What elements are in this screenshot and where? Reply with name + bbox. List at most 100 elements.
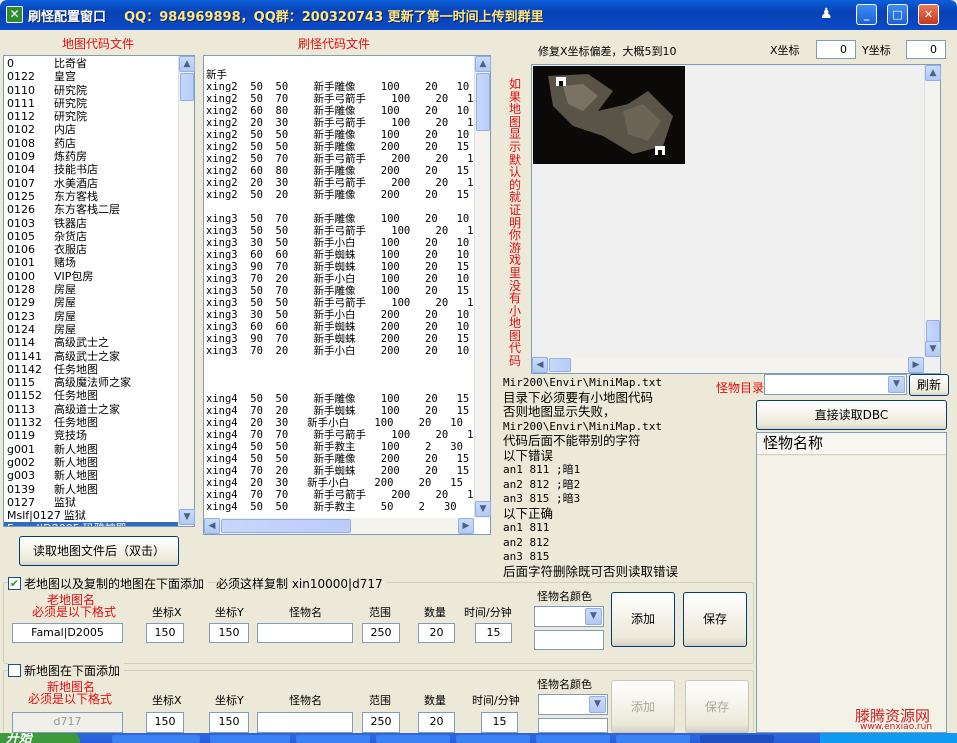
new-time-field[interactable]: 15 bbox=[481, 712, 518, 733]
map-list-item[interactable]: 0106 衣服店 bbox=[4, 243, 178, 256]
new-add-button[interactable]: 添加 bbox=[611, 680, 675, 733]
map-list-item[interactable]: 0108 药店 bbox=[4, 137, 178, 150]
map-list-item[interactable]: 0100 VIP包房 bbox=[4, 270, 178, 283]
old-map-name-field[interactable]: Famal|D2005 bbox=[12, 623, 123, 643]
map-list-item[interactable]: 0125 东方客栈 bbox=[4, 190, 178, 203]
map-list-item[interactable]: Mslf|0127 监狱 bbox=[4, 509, 178, 522]
old-save-button[interactable]: 保存 bbox=[683, 592, 747, 647]
scroll-right-icon[interactable]: ▶ bbox=[908, 357, 924, 373]
old-color-field[interactable] bbox=[534, 630, 604, 650]
x-coord-field[interactable]: 0 bbox=[816, 40, 856, 59]
y-coord-field[interactable]: 0 bbox=[906, 40, 946, 59]
taskbar-item[interactable] bbox=[700, 735, 774, 743]
chevron-down-icon[interactable]: ▼ bbox=[888, 376, 905, 393]
hscroll-thumb[interactable] bbox=[221, 519, 351, 533]
map-list-item[interactable]: 0126 东方客栈二层 bbox=[4, 203, 178, 216]
scroll-thumb[interactable] bbox=[476, 73, 490, 131]
map-list-item[interactable]: 0111 研究院 bbox=[4, 97, 178, 110]
new-color-field[interactable] bbox=[538, 718, 608, 733]
scroll-up-icon[interactable]: ▲ bbox=[475, 56, 491, 72]
title-bar[interactable]: ✕ 刷怪配置窗口 QQ：984969898，QQ群：200320743 更新了第… bbox=[0, 0, 957, 30]
old-x-field[interactable]: 150 bbox=[146, 623, 184, 643]
map-list-item[interactable]: 0114 高级武士之 bbox=[4, 336, 178, 349]
new-map-name-field[interactable]: d717 bbox=[12, 712, 123, 733]
hscroll-thumb[interactable] bbox=[549, 358, 571, 372]
map-list-scrollbar[interactable]: ▲ ▼ bbox=[178, 56, 195, 526]
old-y-field[interactable]: 150 bbox=[209, 623, 249, 643]
map-list-item[interactable]: Famal|D2005玛雅神殿一 bbox=[4, 522, 178, 526]
map-list-item[interactable]: 0107 水美酒店 bbox=[4, 177, 178, 190]
minimap-vscrollbar[interactable]: ▲ ▼ bbox=[924, 65, 941, 357]
map-list-item[interactable]: 01141 高级武士之家 bbox=[4, 350, 178, 363]
new-map-checkbox[interactable] bbox=[8, 664, 21, 677]
new-map-checkbox-area[interactable]: 新地图在下面添加 bbox=[8, 662, 125, 679]
chevron-down-icon[interactable]: ▼ bbox=[585, 608, 602, 625]
taskbar-item[interactable] bbox=[616, 735, 690, 743]
map-list-item[interactable]: 0 比奇省 bbox=[4, 57, 178, 70]
minimap-viewer[interactable]: ▲ ▼ ◀ ▶ bbox=[531, 64, 941, 374]
taskbar-item[interactable] bbox=[210, 735, 290, 743]
new-save-button[interactable]: 保存 bbox=[685, 680, 749, 733]
map-list-item[interactable]: 0139 新人地图 bbox=[4, 483, 178, 496]
old-add-button[interactable]: 添加 bbox=[611, 592, 675, 647]
map-list-item[interactable]: 0105 杂货店 bbox=[4, 230, 178, 243]
scroll-up-icon[interactable]: ▲ bbox=[179, 56, 195, 72]
new-y-field[interactable]: 150 bbox=[209, 712, 249, 733]
old-map-checkbox[interactable]: ✔ bbox=[8, 577, 21, 590]
map-list-item[interactable]: 0128 房屋 bbox=[4, 283, 178, 296]
pin-icon[interactable]: ♟ bbox=[820, 6, 836, 24]
old-color-select[interactable]: ▼ bbox=[534, 606, 604, 627]
taskbar-item[interactable] bbox=[296, 735, 370, 743]
refresh-button[interactable]: 刷新 bbox=[909, 374, 949, 396]
new-range-field[interactable]: 250 bbox=[362, 712, 400, 733]
minimize-button[interactable]: _ bbox=[856, 4, 877, 25]
map-list-item[interactable]: 0129 房屋 bbox=[4, 296, 178, 309]
map-list-item[interactable]: 0112 研究院 bbox=[4, 110, 178, 123]
old-map-checkbox-area[interactable]: ✔ 老地图以及复制的地图在下面添加 bbox=[8, 575, 209, 592]
start-button[interactable]: 开始 bbox=[0, 733, 80, 743]
taskbar-item[interactable] bbox=[112, 735, 200, 743]
map-list-item[interactable]: 0103 铁器店 bbox=[4, 217, 178, 230]
scroll-left-icon[interactable]: ◀ bbox=[532, 357, 548, 373]
monster-dir-select[interactable]: ▼ bbox=[764, 374, 907, 395]
map-list[interactable]: 0 比奇省 0122 皇宫 0110 研究院 0111 研究院 0112 研究院 0102 内店 010… bbox=[3, 55, 195, 527]
spawn-code-text[interactable]: 新手 xing2 50 50 新手雕像 100 20 10 xing2 50 70 … bbox=[204, 66, 474, 518]
old-count-field[interactable]: 20 bbox=[418, 623, 455, 643]
new-color-select[interactable]: ▼ bbox=[538, 694, 608, 715]
maximize-button[interactable]: □ bbox=[887, 4, 908, 25]
scroll-thumb[interactable] bbox=[926, 320, 940, 342]
map-list-item[interactable]: 0122 皇宫 bbox=[4, 70, 178, 83]
map-list-item[interactable]: 0115 高级魔法师之家 bbox=[4, 376, 178, 389]
map-list-item[interactable]: 01142 任务地图 bbox=[4, 363, 178, 376]
map-list-item[interactable]: 0102 内店 bbox=[4, 123, 178, 136]
code-hscrollbar[interactable]: ◀ ▶ bbox=[204, 518, 474, 534]
scroll-down-icon[interactable]: ▼ bbox=[179, 509, 195, 525]
map-list-item[interactable]: 0127 监狱 bbox=[4, 496, 178, 509]
old-range-field[interactable]: 250 bbox=[362, 623, 400, 643]
map-list-item[interactable]: 01132 任务地图 bbox=[4, 416, 178, 429]
map-list-item[interactable]: 0113 高级道士之家 bbox=[4, 403, 178, 416]
taskbar-item[interactable] bbox=[536, 735, 610, 743]
map-list-item[interactable]: 0119 竞技场 bbox=[4, 429, 178, 442]
read-dbc-button[interactable]: 直接读取DBC bbox=[756, 400, 947, 430]
old-monster-field[interactable] bbox=[257, 623, 353, 643]
minimap-hscrollbar[interactable]: ◀ ▶ bbox=[532, 357, 924, 373]
scroll-thumb[interactable] bbox=[180, 73, 194, 101]
map-list-item[interactable]: 01152 任务地图 bbox=[4, 389, 178, 402]
new-x-field[interactable]: 150 bbox=[146, 712, 184, 733]
code-vscrollbar[interactable]: ▲ ▼ bbox=[474, 56, 491, 518]
spawn-code-editor[interactable]: 新手 xing2 50 50 新手雕像 100 20 10 xing2 50 70 … bbox=[203, 55, 491, 535]
read-map-file-button[interactable]: 读取地图文件后（双击） bbox=[19, 536, 179, 566]
scroll-down-icon[interactable]: ▼ bbox=[475, 501, 491, 517]
close-button[interactable]: ✕ bbox=[918, 4, 939, 25]
map-list-item[interactable]: 0123 房屋 bbox=[4, 310, 178, 323]
map-list-items[interactable]: 0 比奇省 0122 皇宫 0110 研究院 0111 研究院 0112 研究院 0102 内店 010… bbox=[4, 57, 178, 526]
map-list-item[interactable]: 0124 房屋 bbox=[4, 323, 178, 336]
chevron-down-icon[interactable]: ▼ bbox=[589, 696, 606, 713]
monster-list[interactable]: 怪物名称 bbox=[756, 432, 947, 733]
new-count-field[interactable]: 20 bbox=[418, 712, 455, 733]
map-list-item[interactable]: g001 新人地图 bbox=[4, 443, 178, 456]
map-list-item[interactable]: 0101 赌场 bbox=[4, 256, 178, 269]
scroll-down-icon[interactable]: ▼ bbox=[925, 341, 941, 357]
map-list-item[interactable]: 0109 炼药房 bbox=[4, 150, 178, 163]
